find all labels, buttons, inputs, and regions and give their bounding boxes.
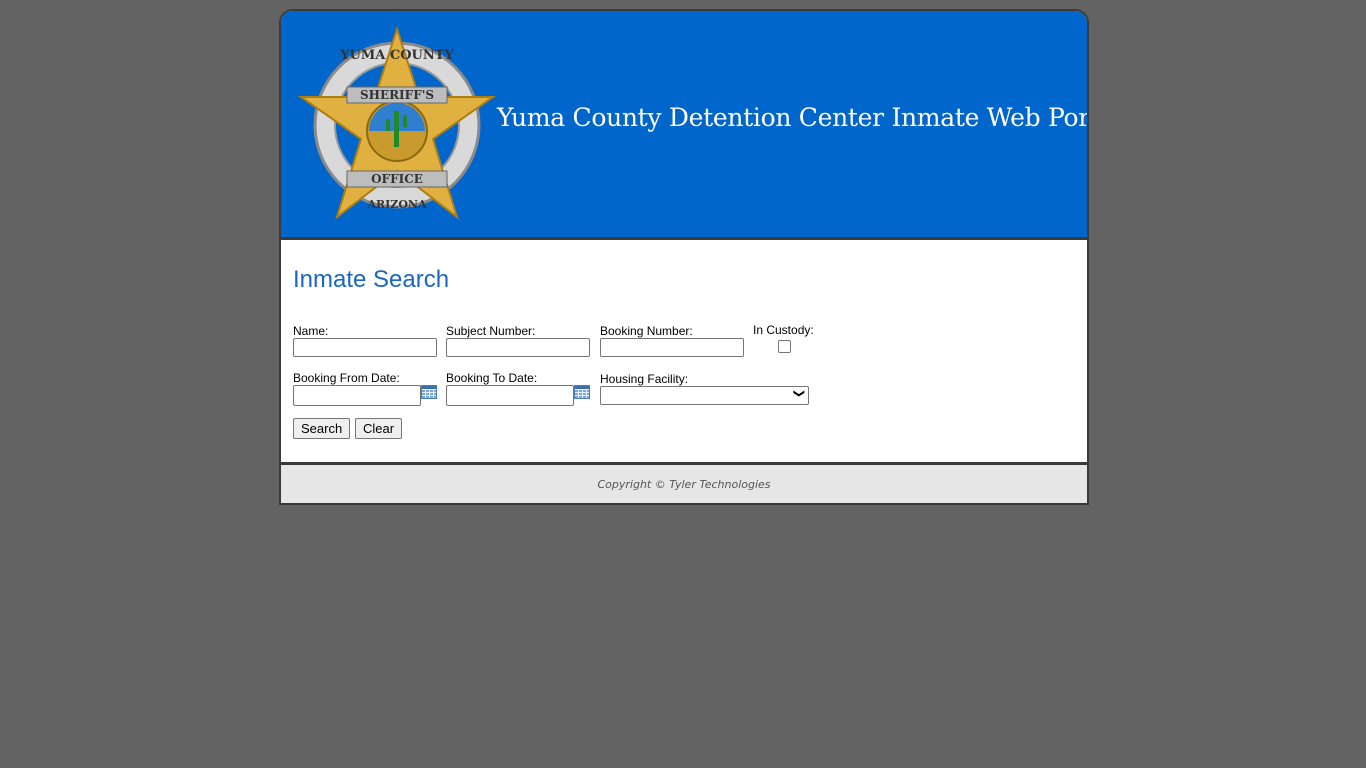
clear-button[interactable]: Clear (355, 418, 403, 439)
copyright-text: Copyright © Tyler Technologies (597, 478, 771, 491)
name-input[interactable] (293, 338, 437, 357)
booking-number-input[interactable] (600, 338, 744, 357)
inmate-search-form: Inmate Search Name: Subject Number: Book… (281, 240, 1087, 465)
booking-from-date-label: Booking From Date: (293, 371, 400, 385)
chevron-down-icon: ❯ (792, 388, 805, 399)
booking-to-date-input[interactable] (446, 385, 574, 406)
booking-number-label: Booking Number: (600, 324, 693, 338)
portal-title: Yuma County Detention Center Inmate Web … (497, 103, 1089, 132)
svg-text:OFFICE: OFFICE (371, 172, 423, 186)
svg-text:YUMA COUNTY: YUMA COUNTY (339, 48, 454, 63)
portal-container: SHERIFF'S OFFICE YUMA COUNTY ARIZONA Yum… (279, 9, 1089, 505)
in-custody-label: In Custody: (753, 323, 814, 337)
calendar-icon[interactable] (421, 385, 437, 399)
housing-facility-select[interactable]: ❯ (600, 386, 809, 405)
calendar-icon[interactable] (574, 385, 590, 399)
subject-number-label: Subject Number: (446, 324, 536, 338)
in-custody-checkbox[interactable] (778, 340, 791, 353)
search-button[interactable]: Search (293, 418, 351, 439)
svg-text:ARIZONA: ARIZONA (366, 198, 426, 211)
header-banner: SHERIFF'S OFFICE YUMA COUNTY ARIZONA Yum… (281, 11, 1087, 240)
name-label: Name: (293, 324, 329, 338)
footer: Copyright © Tyler Technologies (281, 465, 1087, 503)
subject-number-input[interactable] (446, 338, 590, 357)
booking-to-date-label: Booking To Date: (446, 371, 538, 385)
housing-facility-label: Housing Facility: (600, 372, 689, 386)
sheriff-badge-logo: SHERIFF'S OFFICE YUMA COUNTY ARIZONA (297, 25, 497, 220)
booking-from-date-input[interactable] (293, 385, 421, 406)
page-title: Inmate Search (293, 266, 450, 293)
svg-text:SHERIFF'S: SHERIFF'S (360, 88, 434, 102)
